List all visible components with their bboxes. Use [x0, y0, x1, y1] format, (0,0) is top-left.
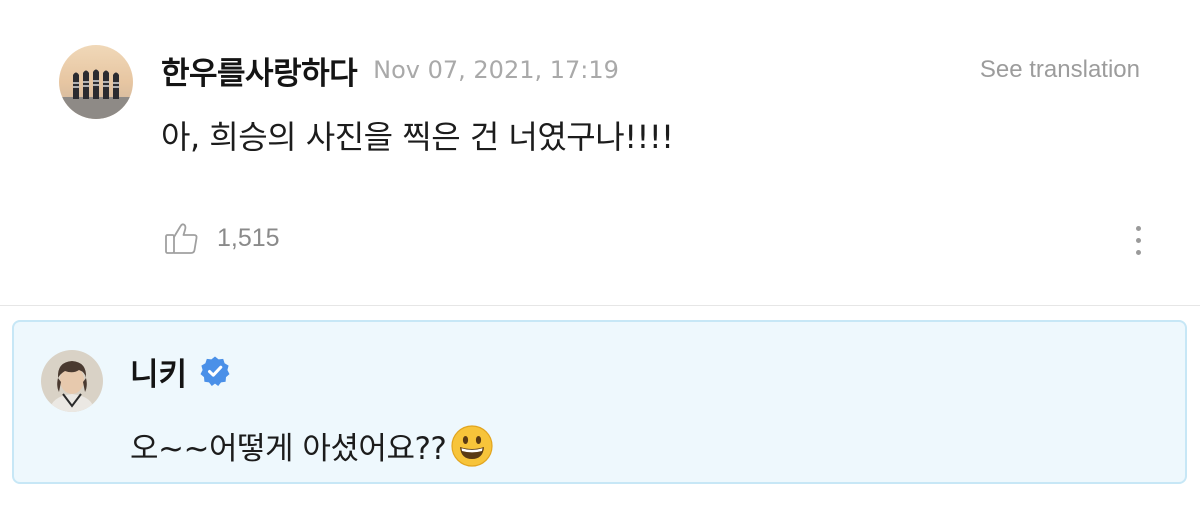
reply-text: 오~~어떻게 아셨어요?? — [130, 431, 447, 467]
author-name[interactable]: 한우를사랑하다 — [161, 48, 358, 93]
fan-comment: 한우를사랑하다 Nov 07, 2021, 17:19 See translat… — [0, 0, 1200, 305]
like-button[interactable]: 1,515 — [163, 216, 280, 260]
divider — [0, 305, 1200, 306]
avatar[interactable] — [41, 350, 103, 412]
reply-text-row: 오~~어떻게 아셨어요?? — [130, 423, 494, 468]
see-translation-button[interactable]: See translation — [980, 52, 1140, 88]
comment-text: 아, 희승의 사진을 찍은 건 너였구나!!!! — [161, 118, 674, 156]
reply-header: 니키 — [130, 349, 231, 393]
more-options-button[interactable] — [1122, 218, 1154, 262]
grinning-face-emoji — [451, 424, 493, 467]
comment-thread: 한우를사랑하다 Nov 07, 2021, 17:19 See translat… — [0, 0, 1200, 521]
vertical-ellipsis-icon — [1135, 225, 1141, 231]
verified-badge-icon — [200, 356, 230, 386]
thumbs-up-icon — [165, 223, 198, 254]
avatar[interactable] — [59, 45, 133, 119]
comment-header: 한우를사랑하다 Nov 07, 2021, 17:19 — [161, 48, 619, 92]
artist-reply: 니키 오~~어떻게 아셨어요?? — [12, 320, 1187, 484]
like-count: 1,515 — [217, 223, 280, 252]
timestamp: Nov 07, 2021, 17:19 — [373, 56, 619, 84]
author-name[interactable]: 니키 — [130, 349, 187, 394]
